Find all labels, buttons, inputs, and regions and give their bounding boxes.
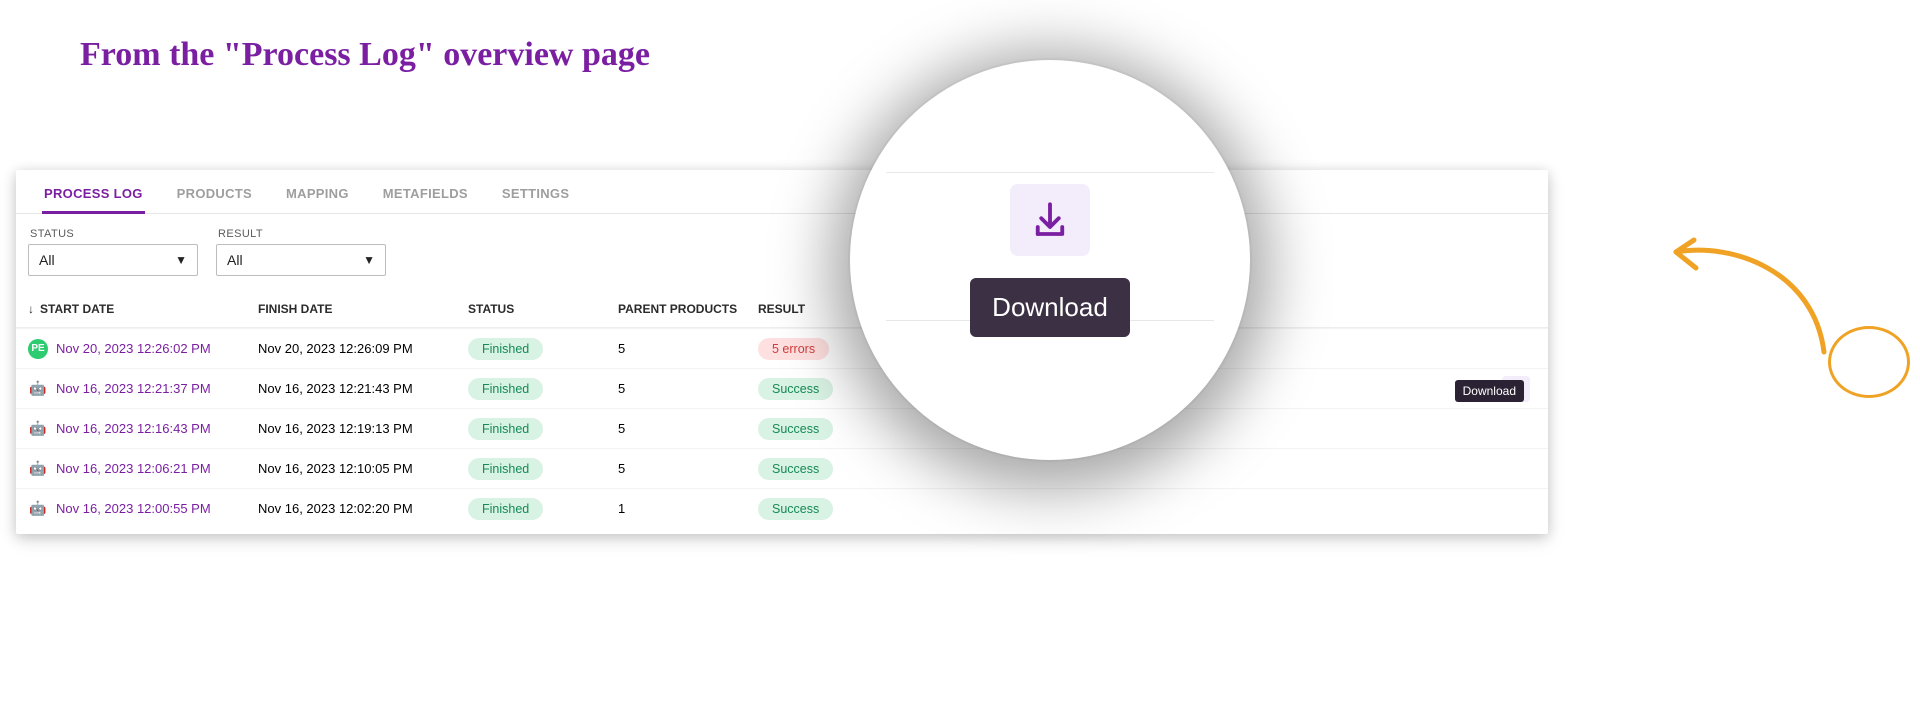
parent-products: 5 xyxy=(618,341,758,356)
tab-settings[interactable]: SETTINGS xyxy=(500,180,571,213)
user-avatar: PE xyxy=(28,339,48,359)
filter-result-label: RESULT xyxy=(216,228,386,240)
finish-date: Nov 20, 2023 12:26:09 PM xyxy=(258,341,468,356)
start-date-link[interactable]: Nov 20, 2023 12:26:02 PM xyxy=(56,341,211,356)
download-icon xyxy=(1029,199,1071,241)
parent-products: 1 xyxy=(618,501,758,516)
tab-mapping[interactable]: MAPPING xyxy=(284,180,351,213)
bot-avatar-icon: 🤖 xyxy=(28,419,48,439)
bot-avatar-icon: 🤖 xyxy=(28,379,48,399)
status-badge: Finished xyxy=(468,378,543,400)
filters: STATUS All ▼ RESULT All ▼ xyxy=(16,214,1548,290)
tabs: PROCESS LOG PRODUCTS MAPPING METAFIELDS … xyxy=(16,170,1548,214)
result-badge: 5 errors xyxy=(758,338,829,360)
finish-date: Nov 16, 2023 12:19:13 PM xyxy=(258,421,468,436)
chevron-down-icon: ▼ xyxy=(363,253,375,267)
col-start-date-label: START DATE xyxy=(40,302,114,316)
status-select[interactable]: All ▼ xyxy=(28,244,198,276)
filter-result: RESULT All ▼ xyxy=(216,228,386,276)
result-select[interactable]: All ▼ xyxy=(216,244,386,276)
result-badge: Success xyxy=(758,418,833,440)
start-date-link[interactable]: Nov 16, 2023 12:16:43 PM xyxy=(56,421,211,436)
result-badge: Success xyxy=(758,458,833,480)
parent-products: 5 xyxy=(618,421,758,436)
start-date-link[interactable]: Nov 16, 2023 12:21:37 PM xyxy=(56,381,211,396)
finish-date: Nov 16, 2023 12:10:05 PM xyxy=(258,461,468,476)
table-header: ↓ START DATE FINISH DATE STATUS PARENT P… xyxy=(16,290,1548,328)
chevron-down-icon: ▼ xyxy=(175,253,187,267)
download-button-zoom xyxy=(1010,184,1090,256)
result-select-value: All xyxy=(227,252,243,268)
table-row: 🤖 Nov 16, 2023 12:16:43 PM Nov 16, 2023 … xyxy=(16,408,1548,448)
download-tooltip-zoom: Download xyxy=(970,278,1130,337)
tab-process-log[interactable]: PROCESS LOG xyxy=(42,180,145,214)
sort-desc-icon: ↓ xyxy=(28,302,34,316)
finish-date: Nov 16, 2023 12:21:43 PM xyxy=(258,381,468,396)
bot-avatar-icon: 🤖 xyxy=(28,459,48,479)
status-badge: Finished xyxy=(468,458,543,480)
start-date-link[interactable]: Nov 16, 2023 12:06:21 PM xyxy=(56,461,211,476)
annotation-circle xyxy=(1828,326,1910,398)
col-start-date[interactable]: ↓ START DATE xyxy=(28,302,258,316)
tab-metafields[interactable]: METAFIELDS xyxy=(381,180,470,213)
col-finish-date[interactable]: FINISH DATE xyxy=(258,302,468,316)
status-badge: Finished xyxy=(468,418,543,440)
parent-products: 5 xyxy=(618,461,758,476)
table-row: 🤖 Nov 16, 2023 12:06:21 PM Nov 16, 2023 … xyxy=(16,448,1548,488)
download-tooltip: Download xyxy=(1455,380,1524,402)
table-row: 🤖 Nov 16, 2023 12:21:37 PM Nov 16, 2023 … xyxy=(16,368,1548,408)
filter-status-label: STATUS xyxy=(28,228,198,240)
tab-products[interactable]: PRODUCTS xyxy=(175,180,254,213)
col-status[interactable]: STATUS xyxy=(468,302,618,316)
col-parent-products[interactable]: PARENT PRODUCTS xyxy=(618,302,758,316)
table-row: PE Nov 20, 2023 12:26:02 PM Nov 20, 2023… xyxy=(16,328,1548,368)
magnifier-lens: Download xyxy=(850,60,1250,460)
parent-products: 5 xyxy=(618,381,758,396)
result-badge: Success xyxy=(758,498,833,520)
status-badge: Finished xyxy=(468,338,543,360)
status-badge: Finished xyxy=(468,498,543,520)
start-date-link[interactable]: Nov 16, 2023 12:00:55 PM xyxy=(56,501,211,516)
bot-avatar-icon: 🤖 xyxy=(28,499,48,519)
finish-date: Nov 16, 2023 12:02:20 PM xyxy=(258,501,468,516)
status-select-value: All xyxy=(39,252,55,268)
process-log-panel: PROCESS LOG PRODUCTS MAPPING METAFIELDS … xyxy=(16,170,1548,534)
table-row: 🤖 Nov 16, 2023 12:00:55 PM Nov 16, 2023 … xyxy=(16,488,1548,528)
filter-status: STATUS All ▼ xyxy=(28,228,198,276)
annotation-arrow-icon xyxy=(1664,232,1834,362)
result-badge: Success xyxy=(758,378,833,400)
